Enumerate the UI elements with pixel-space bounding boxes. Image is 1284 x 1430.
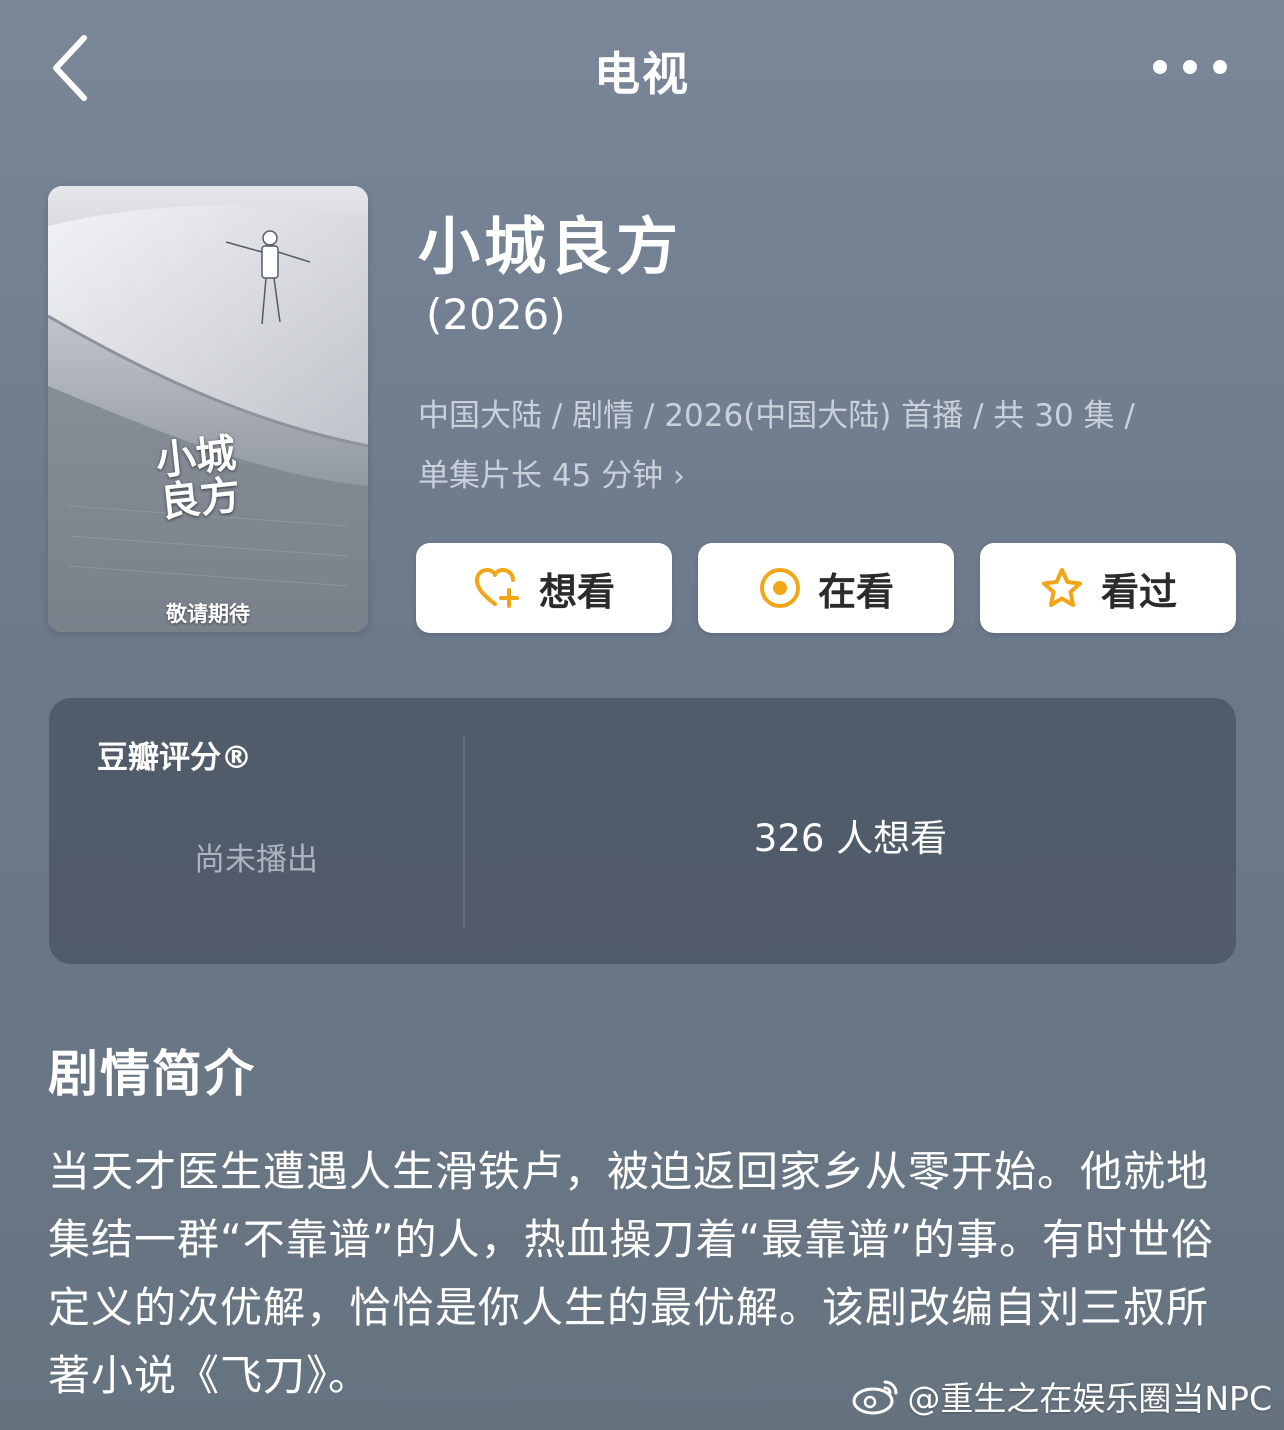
watermark: @重生之在娱乐圈当NPC [851, 1372, 1272, 1420]
rating-status: 尚未播出 [194, 842, 318, 878]
watching-label: 在看 [817, 569, 894, 614]
poster-caption: 敬请期待 [166, 602, 250, 626]
meta-line-2-wrap: 单集片长 45 分钟 › [418, 446, 1238, 507]
more-button[interactable] [1152, 52, 1228, 82]
star-outline-icon [1041, 568, 1082, 607]
weibo-logo-icon [852, 1380, 898, 1415]
heart-plus-icon [474, 568, 519, 608]
watched-button[interactable]: 看过 [980, 543, 1236, 633]
watermark-text: @重生之在娱乐圈当NPC [907, 1379, 1272, 1418]
meta-line-1: 中国大陆 / 剧情 / 2026(中国大陆) 首播 / 共 30 集 / [418, 398, 1135, 434]
synopsis-heading: 剧情简介 [48, 1045, 256, 1103]
want-to-watch-button[interactable]: 想看 [416, 543, 672, 633]
meta-line-2: 单集片长 45 分钟 [418, 458, 664, 494]
show-year: (2026) [426, 290, 566, 339]
show-meta[interactable]: 中国大陆 / 剧情 / 2026(中国大陆) 首播 / 共 30 集 / 单集片… [418, 386, 1238, 507]
show-title: 小城良方 [418, 210, 683, 283]
douban-rating-label[interactable]: 豆瓣评分® [97, 732, 252, 777]
target-icon [759, 568, 800, 608]
synopsis-text: 当天才医生遭遇人生滑铁卢，被迫返回家乡从零开始。他就地集结一群“不靠谱”的人，热… [48, 1147, 1215, 1400]
navigation-bar: 电视 [0, 0, 1284, 140]
poster-image[interactable]: 小城良方 敬请期待 [48, 186, 368, 632]
want-to-watch-label: 想看 [538, 569, 615, 614]
poster-title-art: 小城良方 [153, 429, 243, 527]
poster-artwork [48, 186, 368, 632]
more-horizontal-icon [1153, 60, 1227, 74]
want-count[interactable]: 326 人想看 [465, 808, 1236, 862]
page-title: 电视 [594, 47, 690, 101]
rating-card: 豆瓣评分® 尚未播出 326 人想看 [49, 698, 1236, 964]
chevron-right-icon: › [673, 459, 686, 494]
watched-label: 看过 [1100, 569, 1177, 614]
watching-button[interactable]: 在看 [698, 543, 954, 633]
